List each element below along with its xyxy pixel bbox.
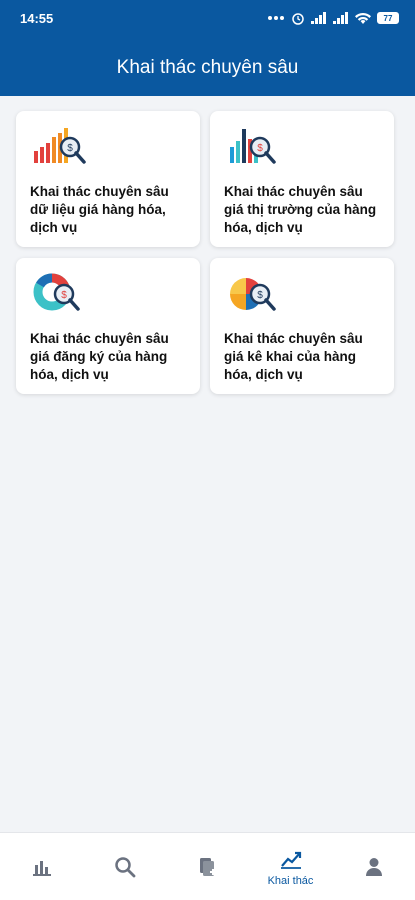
- app-header: 14:55 77 Khai thác chuyên sâu: [0, 0, 415, 96]
- market-chart-magnifier-icon: $: [230, 129, 276, 164]
- add-document-icon: [199, 857, 216, 876]
- nav-search[interactable]: [83, 833, 166, 900]
- page-title: Khai thác chuyên sâu: [116, 57, 299, 78]
- nav-profile[interactable]: [332, 833, 415, 900]
- battery-icon: 77: [377, 12, 399, 24]
- alarm-icon: [292, 13, 304, 25]
- svg-text:$: $: [257, 290, 263, 301]
- status-time: 14:55: [20, 10, 54, 26]
- wifi-icon: [355, 12, 371, 24]
- bottom-nav: Khai thác: [0, 832, 415, 900]
- bar-chart-magnifier-icon: $: [34, 128, 86, 164]
- battery-level: 77: [383, 13, 393, 23]
- donut-chart-magnifier-icon: $: [33, 273, 80, 311]
- user-icon: [365, 857, 382, 876]
- card-label: Khai thác chuyên sâu dữ liệu giá hàng hó…: [30, 184, 169, 235]
- signal-icon: [333, 12, 348, 24]
- dots-icon: [268, 16, 284, 20]
- card-declared-price[interactable]: $ Khai thác chuyên sâu giá kê khai của h…: [210, 258, 394, 394]
- nav-add-document[interactable]: [166, 833, 249, 900]
- search-icon: [114, 856, 135, 877]
- svg-text:$: $: [61, 290, 67, 301]
- trend-chart-icon: [280, 851, 301, 869]
- card-label: Khai thác chuyên sâu giá đăng ký của hàn…: [30, 331, 169, 382]
- card-registered-price[interactable]: $ Khai thác chuyên sâu giá đăng ký của h…: [16, 258, 200, 394]
- card-label: Khai thác chuyên sâu giá kê khai của hàn…: [224, 331, 363, 382]
- signal-icon: [311, 12, 326, 24]
- card-price-data[interactable]: $ Khai thác chuyên sâu dữ liệu giá hàng …: [16, 111, 200, 247]
- card-label: Khai thác chuyên sâu giá thị trường của …: [224, 184, 377, 235]
- card-grid: $ Khai thác chuyên sâu dữ liệu giá hàng …: [16, 111, 399, 394]
- status-bar: 14:55 77: [0, 0, 415, 36]
- svg-text:$: $: [257, 143, 263, 154]
- nav-khai-thac[interactable]: Khai thác: [249, 833, 332, 900]
- nav-label-khai-thac: Khai thác: [267, 874, 314, 887]
- card-market-price[interactable]: $ Khai thác chuyên sâu giá thị trường củ…: [210, 111, 394, 247]
- nav-statistics[interactable]: [0, 833, 83, 900]
- pie-chart-magnifier-icon: $: [230, 278, 276, 311]
- status-icons: 77: [267, 11, 399, 25]
- svg-text:$: $: [67, 143, 73, 154]
- statistics-icon: [32, 860, 51, 876]
